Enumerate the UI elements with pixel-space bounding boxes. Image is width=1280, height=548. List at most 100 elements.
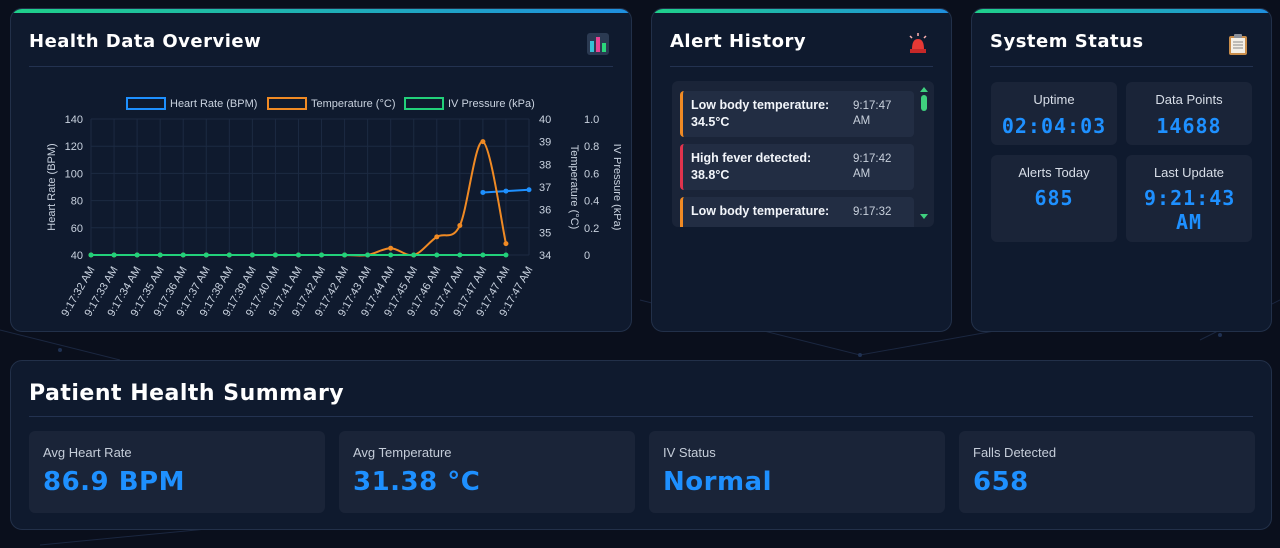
data-point <box>365 252 371 258</box>
y-tick-label: 60 <box>71 223 83 235</box>
y-tick-label: 120 <box>65 141 83 153</box>
uptime-tile: Uptime 02:04:03 <box>991 82 1117 145</box>
tile-value: 685 <box>1034 186 1074 210</box>
y2-tick-label: 37 <box>539 182 551 194</box>
alert-time: 9:17:47 AM <box>853 100 892 127</box>
tile-label: IV Status <box>663 445 716 460</box>
data-point <box>203 252 209 258</box>
health-overview-card: Health Data Overview 140 120 100 80 60 40 40 39… <box>10 8 632 332</box>
data-point <box>388 252 394 258</box>
y3-tick-label: 0.2 <box>584 223 599 235</box>
divider <box>29 66 613 67</box>
alert-item[interactable]: High fever detected: 38.8°C 9:17:42 AM <box>680 144 914 190</box>
card-title: Alert History <box>670 31 807 52</box>
legend-label: Temperature (°C) <box>311 98 395 110</box>
alert-item[interactable]: Low body temperature: 9:17:32 <box>680 197 914 227</box>
y-tick-label: 40 <box>71 250 83 262</box>
data-point <box>111 252 117 258</box>
data-point <box>272 252 278 258</box>
y3-tick-label: 0.6 <box>584 168 599 180</box>
card-title: System Status <box>990 31 1144 52</box>
legend-swatch <box>404 97 444 110</box>
alert-message: Low body temperature: <box>691 204 830 218</box>
tile-value: 9:21:43 AM <box>1144 186 1236 234</box>
legend-label: Heart Rate (BPM) <box>170 98 257 110</box>
y3-tick-label: 0.4 <box>584 196 599 208</box>
iv-status-tile: IV Status Normal <box>649 431 945 513</box>
tile-value: 86.9 BPM <box>43 467 185 497</box>
y-tick-label: 140 <box>65 114 83 126</box>
avg-heart-rate-tile: Avg Heart Rate 86.9 BPM <box>29 431 325 513</box>
tile-label: Falls Detected <box>973 445 1057 460</box>
tile-label: Last Update <box>1153 165 1225 180</box>
tile-label: Alerts Today <box>1018 165 1090 180</box>
tile-label: Data Points <box>1155 92 1223 107</box>
data-point <box>480 252 486 258</box>
data-point <box>503 188 509 194</box>
y2-tick-label: 38 <box>539 159 551 171</box>
data-point <box>319 252 325 258</box>
y-axis-title: Heart Rate (BPM) <box>46 143 58 230</box>
card-title: Health Data Overview <box>29 31 262 52</box>
y-tick-label: 80 <box>71 196 83 208</box>
data-point <box>249 252 255 258</box>
tile-label: Avg Heart Rate <box>43 445 132 460</box>
alert-time: 9:17:42 AM <box>853 153 892 180</box>
data-point <box>180 252 186 258</box>
data-point <box>480 139 486 145</box>
legend-label: IV Pressure (kPa) <box>448 98 535 110</box>
legend-swatch <box>267 97 307 110</box>
alert-item[interactable]: Low body temperature: 34.5°C 9:17:47 AM <box>680 91 914 137</box>
data-point <box>480 189 486 195</box>
scroll-down-arrow-icon[interactable] <box>920 214 928 219</box>
alert-message: High fever detected: 38.8°C <box>691 151 812 182</box>
data-point <box>457 223 463 229</box>
system-status-card: System Status Uptime 02:04:03 Data Point… <box>971 8 1272 332</box>
data-point <box>503 252 509 258</box>
data-point <box>226 252 232 258</box>
tile-value: Normal <box>663 467 772 497</box>
y-tick-label: 100 <box>65 168 83 180</box>
alert-scrollbar[interactable] <box>920 87 928 219</box>
divider <box>990 66 1253 67</box>
data-point <box>342 252 348 258</box>
data-point <box>503 241 509 247</box>
y3-tick-label: 0.8 <box>584 141 599 153</box>
avg-temperature-tile: Avg Temperature 31.38 °C <box>339 431 635 513</box>
tile-value: 658 <box>973 467 1029 497</box>
y3-tick-label: 0 <box>584 250 590 262</box>
data-point <box>526 187 532 193</box>
bar-chart-icon <box>587 33 609 55</box>
y2-tick-label: 35 <box>539 227 551 239</box>
alert-list[interactable]: Low body temperature: 34.5°C 9:17:47 AM … <box>672 81 934 227</box>
data-points-tile: Data Points 14688 <box>1126 82 1252 145</box>
card-accent-bar <box>11 9 631 13</box>
y2-axis-title: Temperature (°C) <box>568 145 580 229</box>
section-title: Patient Health Summary <box>29 381 345 406</box>
tile-value: 14688 <box>1156 114 1222 138</box>
tile-value: 02:04:03 <box>1001 114 1107 138</box>
last-update-tile: Last Update 9:21:43 AM <box>1126 155 1252 242</box>
alert-history-card: Alert History Low body temperature: 34.5… <box>651 8 952 332</box>
data-point <box>457 252 463 258</box>
clipboard-icon <box>1229 34 1247 55</box>
scroll-thumb[interactable] <box>921 95 927 111</box>
y3-axis-title: IV Pressure (kPa) <box>611 144 621 231</box>
patient-summary-card: Patient Health Summary Avg Heart Rate 86… <box>10 360 1272 530</box>
y2-tick-label: 40 <box>539 114 551 126</box>
data-point <box>88 252 94 258</box>
y2-tick-label: 34 <box>539 250 551 262</box>
data-point <box>388 245 394 251</box>
data-point <box>295 252 301 258</box>
card-accent-bar <box>652 9 951 13</box>
scroll-up-arrow-icon[interactable] <box>920 87 928 92</box>
card-accent-bar <box>972 9 1271 13</box>
y2-tick-label: 36 <box>539 205 551 217</box>
y2-tick-label: 39 <box>539 137 551 149</box>
data-point <box>134 252 140 258</box>
siren-icon <box>909 33 927 53</box>
falls-detected-tile: Falls Detected 658 <box>959 431 1255 513</box>
tile-value: 31.38 °C <box>353 467 481 497</box>
data-point <box>411 252 417 258</box>
divider <box>29 416 1253 417</box>
